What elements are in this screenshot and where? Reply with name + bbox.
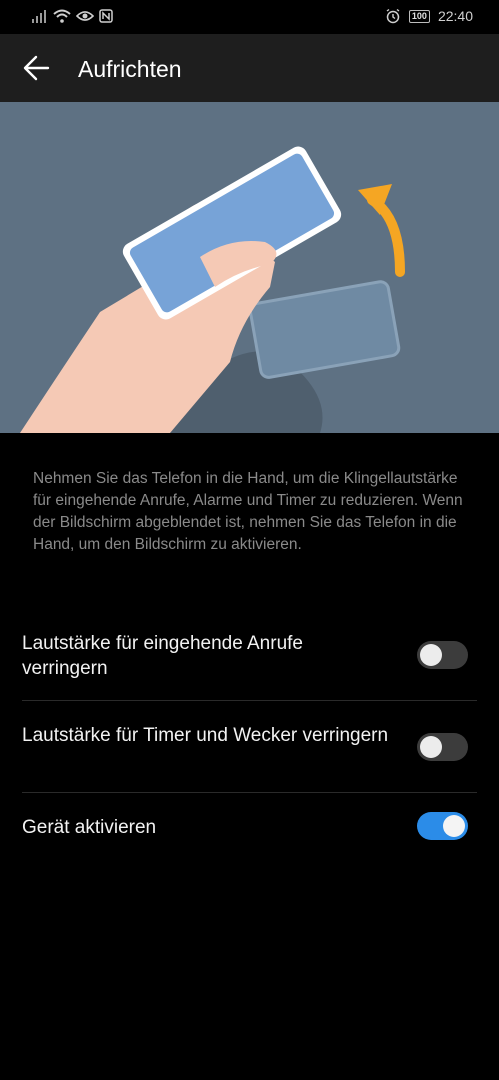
status-icons-right: 100 22:40 (385, 8, 473, 24)
status-icons-left (32, 9, 113, 23)
arrow-left-icon (23, 55, 50, 81)
eye-icon (76, 11, 94, 21)
toggle-wake[interactable] (417, 812, 468, 840)
alarm-icon (386, 8, 400, 24)
divider (22, 700, 477, 701)
app-bar: Aufrichten (0, 34, 499, 102)
toggle-calls[interactable] (417, 641, 468, 669)
page-title: Aufrichten (78, 56, 182, 82)
signal-icon (32, 10, 46, 23)
setting-row-timer[interactable]: Lautstärke für Timer und Wecker verringe… (0, 710, 499, 792)
setting-label-timer: Lautstärke für Timer und Wecker verringe… (22, 725, 389, 746)
setting-row-wake[interactable]: Gerät aktivieren (0, 800, 499, 855)
toggle-knob (420, 644, 442, 666)
wifi-icon (53, 9, 71, 23)
status-bar: 100 22:40 (0, 0, 499, 34)
toggle-knob (420, 736, 442, 758)
nfc-icon (99, 9, 113, 23)
setting-label-calls: Lautstärke für eingehende Anrufe verring… (22, 633, 303, 679)
pickup-gesture-illustration (0, 102, 499, 433)
feature-description: Nehmen Sie das Telefon in die Hand, um d… (33, 470, 463, 553)
clock: 22:40 (437, 8, 473, 24)
hand-phone-illustration (20, 146, 405, 433)
back-button[interactable] (18, 50, 58, 86)
battery-icon: 100 (408, 9, 430, 23)
toggle-knob (443, 815, 465, 837)
setting-row-calls[interactable]: Lautstärke für eingehende Anrufe verring… (0, 618, 499, 700)
setting-label-wake: Gerät aktivieren (22, 817, 157, 838)
divider (22, 792, 477, 793)
toggle-timer[interactable] (417, 733, 468, 761)
